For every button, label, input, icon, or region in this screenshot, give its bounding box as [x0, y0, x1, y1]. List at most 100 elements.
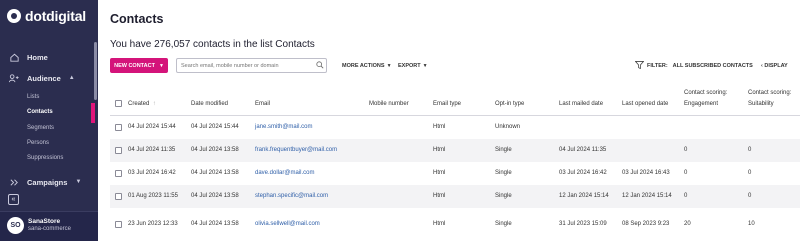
audience-icon	[8, 72, 20, 84]
cell-created: 03 Jul 2024 16:42	[128, 170, 176, 176]
cell-email-link[interactable]: olivia.sellwell@mail.com	[255, 221, 320, 227]
select-all-checkbox[interactable]	[115, 100, 122, 107]
sidebar-subitem-persons[interactable]: Persons	[27, 140, 49, 146]
cell-last-mailed: 03 Jul 2024 16:42	[559, 170, 607, 176]
campaigns-icon	[8, 176, 20, 188]
cell-email-type: Html	[433, 124, 446, 130]
cell-email-type: Html	[433, 193, 446, 199]
table-row[interactable]: 03 Jul 2024 16:42 04 Jul 2024 13:58 dave…	[110, 162, 800, 185]
sidebar-subitem-contacts[interactable]: Contacts	[27, 109, 53, 115]
cell-last-mailed: 12 Jan 2024 15:14	[559, 193, 609, 199]
column-header-optin[interactable]: Opt-in type	[495, 101, 524, 107]
account-subtitle: sana-commerce	[28, 226, 72, 232]
column-header-engagement-line2[interactable]: Engagement	[684, 101, 718, 107]
cell-optin: Single	[495, 170, 512, 176]
display-button[interactable]: ‹ DISPLAY	[761, 63, 788, 69]
cell-modified: 04 Jul 2024 13:58	[191, 221, 239, 227]
column-header-created[interactable]: Created ↑	[128, 101, 156, 107]
cell-email-link[interactable]: stephan.specific@mail.com	[255, 193, 328, 199]
column-header-email-type[interactable]: Email type	[433, 101, 461, 107]
display-label: DISPLAY	[764, 63, 788, 69]
cell-created: 04 Jul 2024 15:44	[128, 124, 176, 130]
column-header-last-mailed[interactable]: Last mailed date	[559, 101, 603, 107]
cell-email-link[interactable]: dave.dollar@mail.com	[255, 170, 314, 176]
cell-optin: Single	[495, 193, 512, 199]
more-actions-button[interactable]: MORE ACTIONS ▼	[342, 63, 392, 69]
filter-value: ALL SUBSCRIBED CONTACTS	[672, 63, 753, 69]
column-header-engagement-line1[interactable]: Contact scoring:	[684, 90, 727, 96]
row-checkbox[interactable]	[115, 170, 122, 177]
cell-last-mailed: 31 Jul 2023 15:09	[559, 221, 607, 227]
search-input[interactable]	[176, 58, 327, 73]
chevron-down-icon: ▼	[422, 63, 428, 69]
cell-modified: 04 Jul 2024 15:44	[191, 124, 239, 130]
contacts-summary: You have 276,057 contacts in the list Co…	[110, 39, 315, 50]
dotdigital-logo-icon	[7, 9, 21, 23]
sidebar-subitem-suppressions[interactable]: Suppressions	[27, 155, 63, 161]
sidebar-item-audience[interactable]: Audience ▲	[8, 72, 75, 84]
row-checkbox[interactable]	[115, 221, 122, 228]
cell-modified: 04 Jul 2024 13:58	[191, 170, 239, 176]
sidebar-subitem-lists[interactable]: Lists	[27, 94, 39, 100]
sidebar-item-label: Campaigns	[27, 177, 68, 187]
column-header-mobile[interactable]: Mobile number	[369, 101, 409, 107]
export-label: EXPORT	[398, 63, 421, 69]
active-indicator	[91, 103, 95, 123]
cell-engagement: 0	[684, 170, 688, 176]
cell-engagement: 20	[684, 221, 691, 227]
cell-last-mailed: 04 Jul 2024 11:35	[559, 147, 607, 153]
search-icon[interactable]	[316, 61, 324, 71]
table-row[interactable]: 01 Aug 2023 11:55 04 Jul 2024 13:58 step…	[110, 185, 800, 208]
sidebar-item-label: Audience	[27, 73, 61, 83]
account-switcher[interactable]: SO SanaStore sana-commerce	[0, 211, 98, 241]
brand-logo[interactable]: dotdigital	[7, 8, 86, 24]
cell-email-link[interactable]: frank.frequentbuyer@mail.com	[255, 147, 337, 153]
cell-optin: Unknown	[495, 124, 521, 130]
cell-created: 01 Aug 2023 11:55	[128, 193, 178, 199]
sidebar-item-campaigns[interactable]: Campaigns ▼	[8, 176, 81, 188]
cell-optin: Single	[495, 221, 512, 227]
column-header-date-modified[interactable]: Date modified	[191, 101, 228, 107]
main-content: Contacts You have 276,057 contacts in th…	[98, 0, 800, 241]
header-label: Created	[128, 101, 150, 107]
export-button[interactable]: EXPORT ▼	[398, 63, 428, 69]
sidebar-item-home[interactable]: Home	[8, 51, 48, 63]
cell-email-type: Html	[433, 221, 446, 227]
cell-created: 23 Jun 2023 12:33	[128, 221, 178, 227]
brand-name: dotdigital	[25, 8, 86, 24]
table-row[interactable]: 04 Jul 2024 15:44 04 Jul 2024 15:44 jane…	[110, 116, 800, 139]
sidebar-subitem-segments[interactable]: Segments	[27, 125, 54, 131]
home-icon	[8, 51, 20, 63]
cell-engagement: 0	[684, 193, 688, 199]
filter-label: FILTER:	[647, 63, 668, 69]
collapse-sidebar-button[interactable]: «	[8, 194, 19, 205]
column-header-email[interactable]: Email	[255, 101, 270, 107]
table-row[interactable]: 04 Jul 2024 11:35 04 Jul 2024 13:58 fran…	[110, 139, 800, 162]
more-actions-label: MORE ACTIONS	[342, 63, 385, 69]
chevron-up-icon: ▲	[68, 75, 75, 81]
filter-button[interactable]: FILTER: ALL SUBSCRIBED CONTACTS	[634, 61, 753, 71]
filter-icon	[634, 61, 645, 71]
row-checkbox[interactable]	[115, 193, 122, 200]
cell-suitability: 0	[748, 170, 752, 176]
avatar: SO	[7, 217, 24, 234]
column-header-suitability-line1[interactable]: Contact scoring:	[748, 90, 791, 96]
sidebar-scrollbar[interactable]	[94, 42, 97, 100]
chevron-down-icon: ▼	[75, 179, 82, 185]
column-header-suitability-line2[interactable]: Suitability	[748, 101, 774, 107]
table-row[interactable]: 23 Jun 2023 12:33 04 Jul 2024 13:58 oliv…	[110, 212, 800, 235]
sidebar: dotdigital Home Audience ▲ Lists Contact…	[0, 0, 98, 241]
cell-engagement: 0	[684, 147, 688, 153]
chevron-down-icon: ▼	[158, 62, 164, 69]
row-checkbox[interactable]	[115, 147, 122, 154]
cell-last-opened: 12 Jan 2024 15:14	[622, 193, 672, 199]
row-checkbox[interactable]	[115, 124, 122, 131]
cell-email-link[interactable]: jane.smith@mail.com	[255, 124, 312, 130]
cell-email-type: Html	[433, 147, 446, 153]
account-name: SanaStore	[28, 218, 61, 225]
column-header-last-opened[interactable]: Last opened date	[622, 101, 668, 107]
cell-suitability: 0	[748, 147, 752, 153]
cell-suitability: 10	[748, 221, 755, 227]
page-title: Contacts	[110, 12, 164, 26]
new-contact-button[interactable]: NEW CONTACT ▼	[110, 58, 168, 73]
